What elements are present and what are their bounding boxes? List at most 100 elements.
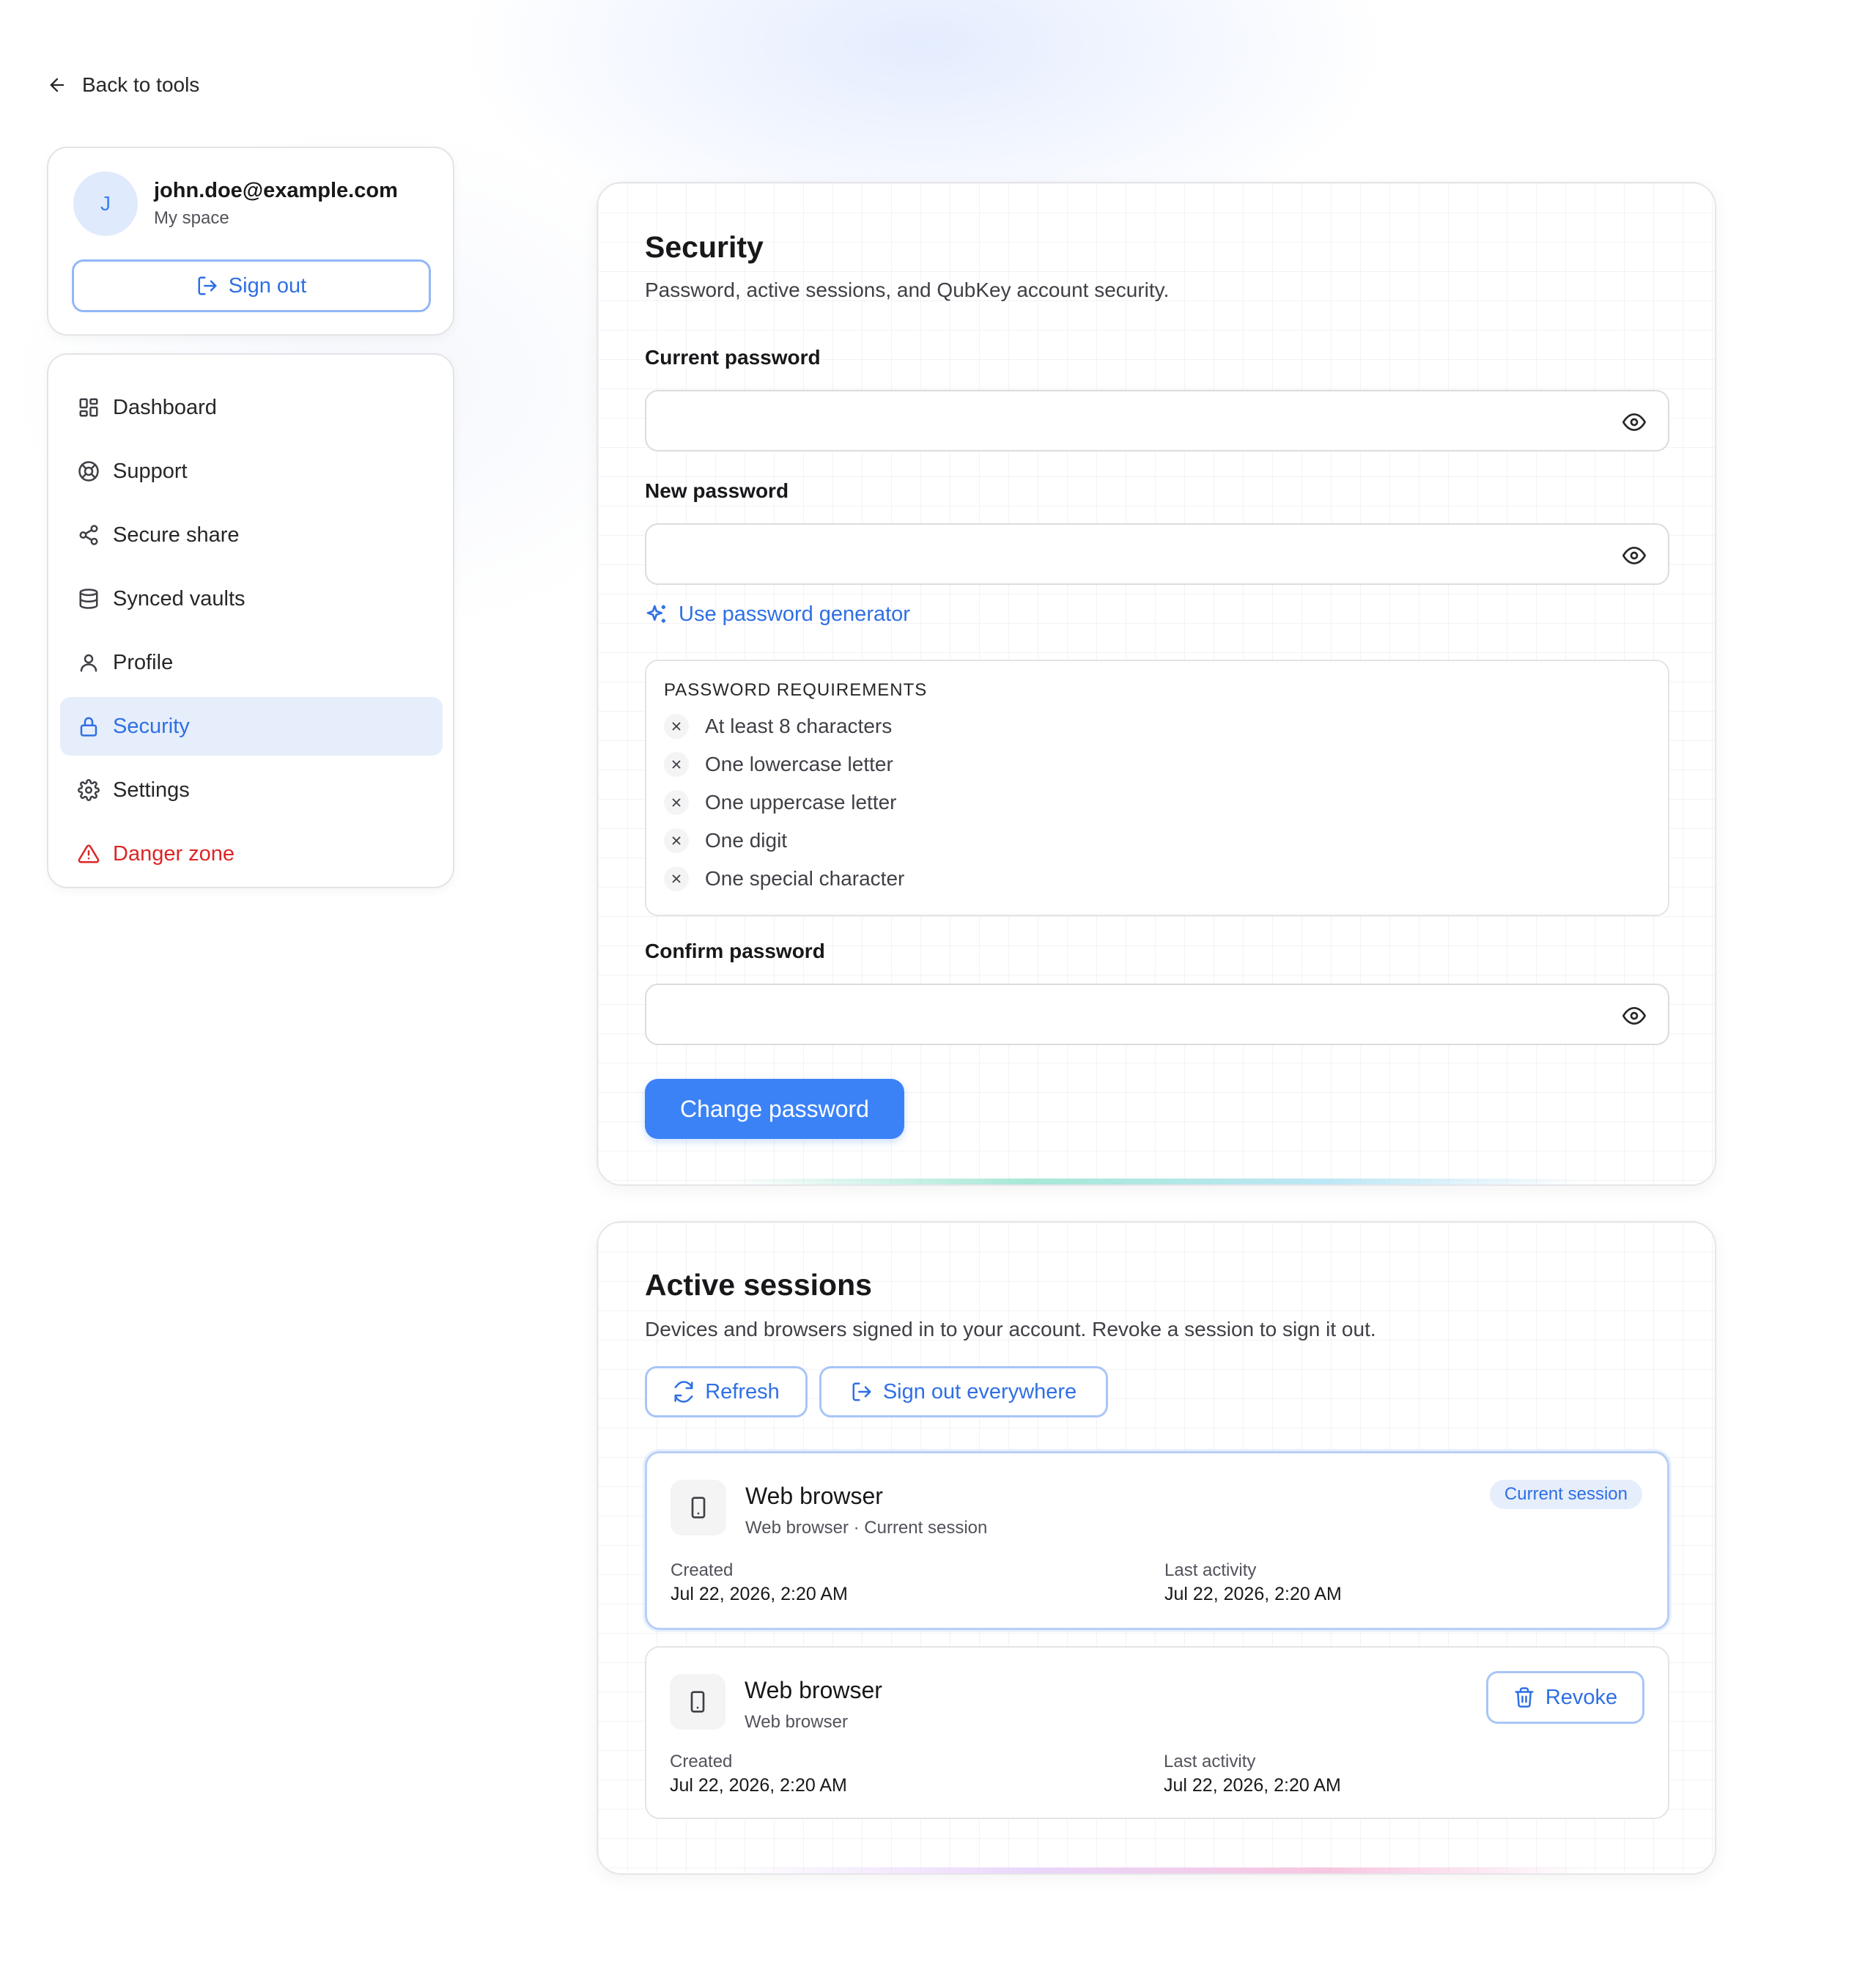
sign-out-icon [196, 275, 218, 297]
session-name: Web browser [745, 1677, 882, 1703]
sidebar-item-label: Synced vaults [113, 586, 245, 611]
sign-out-icon [851, 1381, 873, 1403]
x-icon [664, 714, 689, 739]
requirement-item: One uppercase letter [664, 790, 897, 815]
new-password-field [645, 523, 1669, 585]
created-label: Created [670, 1752, 733, 1771]
last-activity-label: Last activity [1164, 1560, 1257, 1580]
refresh-button[interactable]: Refresh [645, 1366, 808, 1417]
lock-icon [78, 715, 100, 737]
sidebar-item-label: Secure share [113, 523, 240, 547]
lifebuoy-icon [78, 460, 100, 482]
eye-icon[interactable] [1622, 410, 1646, 434]
account-card: J john.doe@example.com My space Sign out [47, 147, 454, 336]
account-space: My space [154, 208, 229, 228]
requirement-label: One special character [705, 867, 905, 890]
arrow-left-icon [47, 75, 67, 95]
revoke-button[interactable]: Revoke [1486, 1671, 1644, 1724]
sidebar-item-label: Danger zone [113, 841, 235, 866]
requirement-label: One digit [705, 829, 788, 852]
user-icon [78, 652, 100, 674]
x-icon [664, 866, 689, 891]
session-meta: Web browser [745, 1712, 848, 1732]
refresh-icon [673, 1381, 695, 1403]
sign-out-everywhere-label: Sign out everywhere [882, 1379, 1077, 1404]
sidebar-item-label: Support [113, 459, 188, 483]
sidebar-item-secure-share[interactable]: Secure share [60, 506, 443, 564]
confirm-password-input[interactable] [646, 985, 1668, 1044]
requirement-item: One special character [664, 866, 904, 891]
security-title: Security [645, 230, 764, 264]
last-activity-value: Jul 22, 2026, 2:20 AM [1164, 1584, 1342, 1604]
x-icon [664, 752, 689, 777]
sign-out-button[interactable]: Sign out [72, 259, 431, 312]
sidebar-item-support[interactable]: Support [60, 442, 443, 501]
requirement-item: One digit [664, 828, 787, 853]
session-name: Web browser [745, 1483, 883, 1509]
session-card-current: Web browser Web browser · Current sessio… [645, 1451, 1669, 1630]
eye-icon[interactable] [1622, 1004, 1646, 1028]
requirements-title: PASSWORD REQUIREMENTS [664, 680, 928, 700]
panel-accent-bar [730, 1179, 1583, 1184]
refresh-label: Refresh [705, 1379, 780, 1404]
requirement-item: At least 8 characters [664, 714, 892, 739]
trash-icon [1513, 1686, 1535, 1708]
share-icon [78, 524, 100, 546]
current-password-label: Current password [645, 346, 821, 369]
requirement-label: One lowercase letter [705, 753, 893, 775]
sessions-subtitle: Devices and browsers signed in to your a… [645, 1318, 1376, 1340]
sessions-title: Active sessions [645, 1268, 872, 1302]
sidebar-item-label: Settings [113, 778, 190, 802]
sidebar-item-settings[interactable]: Settings [60, 761, 443, 819]
sidebar-item-security[interactable]: Security [60, 697, 443, 756]
last-activity-label: Last activity [1164, 1752, 1256, 1771]
account-email: john.doe@example.com [154, 179, 398, 202]
security-subtitle: Password, active sessions, and QubKey ac… [645, 279, 1170, 301]
sign-out-label: Sign out [228, 273, 307, 298]
gear-icon [78, 779, 100, 801]
database-icon [78, 588, 100, 610]
new-password-label: New password [645, 479, 789, 502]
warning-icon [78, 843, 100, 865]
revoke-label: Revoke [1545, 1685, 1618, 1709]
session-card: Web browser Web browser Revoke Created J… [645, 1646, 1669, 1819]
created-label: Created [671, 1560, 734, 1580]
password-requirements: PASSWORD REQUIREMENTS At least 8 charact… [645, 660, 1669, 916]
sidebar-nav: Dashboard Support Secure share Synced va… [47, 353, 454, 888]
requirement-label: One uppercase letter [705, 791, 897, 814]
security-panel: Security Password, active sessions, and … [597, 182, 1716, 1186]
sign-out-everywhere-button[interactable]: Sign out everywhere [819, 1366, 1108, 1417]
sidebar-item-profile[interactable]: Profile [60, 633, 443, 692]
change-password-button[interactable]: Change password [645, 1079, 904, 1139]
panel-accent-bar [730, 1867, 1583, 1873]
current-session-badge: Current session [1489, 1480, 1642, 1509]
x-icon [664, 828, 689, 853]
session-meta: Web browser · Current session [745, 1518, 988, 1538]
sessions-panel: Active sessions Devices and browsers sig… [597, 1221, 1716, 1875]
sidebar-item-label: Profile [113, 650, 174, 674]
current-password-input[interactable] [646, 391, 1668, 450]
sidebar-item-danger-zone[interactable]: Danger zone [60, 825, 443, 883]
back-to-tools-link[interactable]: Back to tools [47, 70, 199, 100]
smartphone-icon [671, 1480, 726, 1535]
sidebar-item-dashboard[interactable]: Dashboard [60, 378, 443, 437]
confirm-password-label: Confirm password [645, 940, 825, 962]
dashboard-icon [78, 397, 100, 418]
sidebar-item-synced-vaults[interactable]: Synced vaults [60, 569, 443, 628]
new-password-input[interactable] [646, 525, 1668, 583]
last-activity-value: Jul 22, 2026, 2:20 AM [1164, 1775, 1341, 1796]
current-password-field [645, 390, 1669, 451]
password-generator-link[interactable]: Use password generator [645, 602, 910, 627]
confirm-password-field [645, 984, 1669, 1045]
sidebar-item-label: Dashboard [113, 395, 217, 419]
avatar: J [73, 172, 138, 236]
eye-icon[interactable] [1622, 544, 1646, 567]
requirement-item: One lowercase letter [664, 752, 893, 777]
back-to-tools-label: Back to tools [82, 73, 200, 96]
smartphone-icon [670, 1674, 725, 1730]
sidebar-item-label: Security [113, 714, 190, 738]
password-generator-label: Use password generator [679, 602, 910, 626]
created-value: Jul 22, 2026, 2:20 AM [671, 1584, 848, 1604]
sparkles-icon [645, 603, 668, 627]
x-icon [664, 790, 689, 815]
